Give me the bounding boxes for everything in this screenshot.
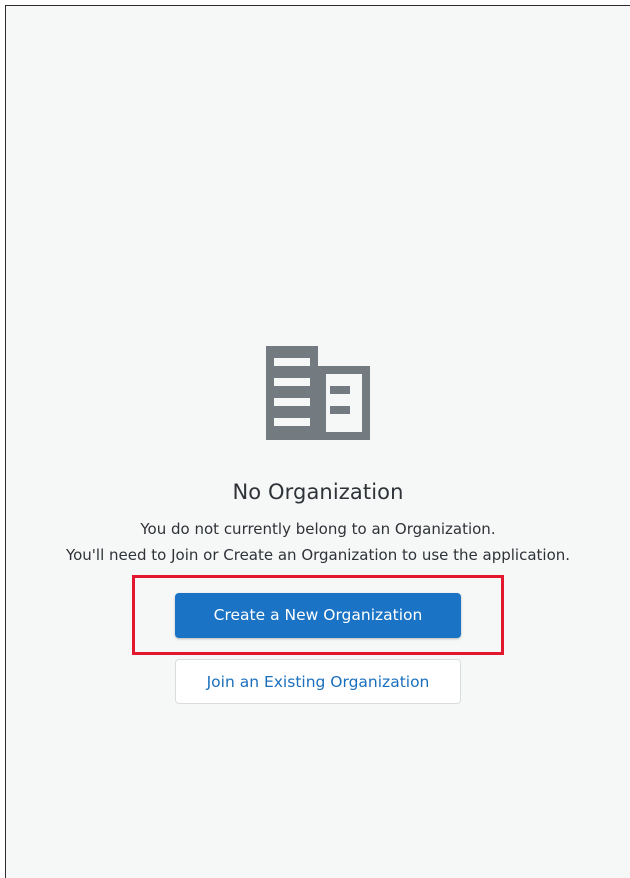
message-line-2: You'll need to Join or Create an Organiz… xyxy=(65,546,571,564)
page-title: No Organization xyxy=(232,480,404,504)
app-window: No Organization You do not currently bel… xyxy=(5,5,630,878)
highlight-box: Create a New Organization xyxy=(132,575,504,655)
create-organization-button[interactable]: Create a New Organization xyxy=(175,592,461,638)
empty-state-message: You do not currently belong to an Organi… xyxy=(66,516,570,568)
building-icon xyxy=(266,346,370,440)
join-organization-button[interactable]: Join an Existing Organization xyxy=(175,659,461,704)
message-line-1: You do not currently belong to an Organi… xyxy=(140,520,496,538)
empty-state: No Organization You do not currently bel… xyxy=(6,346,630,704)
